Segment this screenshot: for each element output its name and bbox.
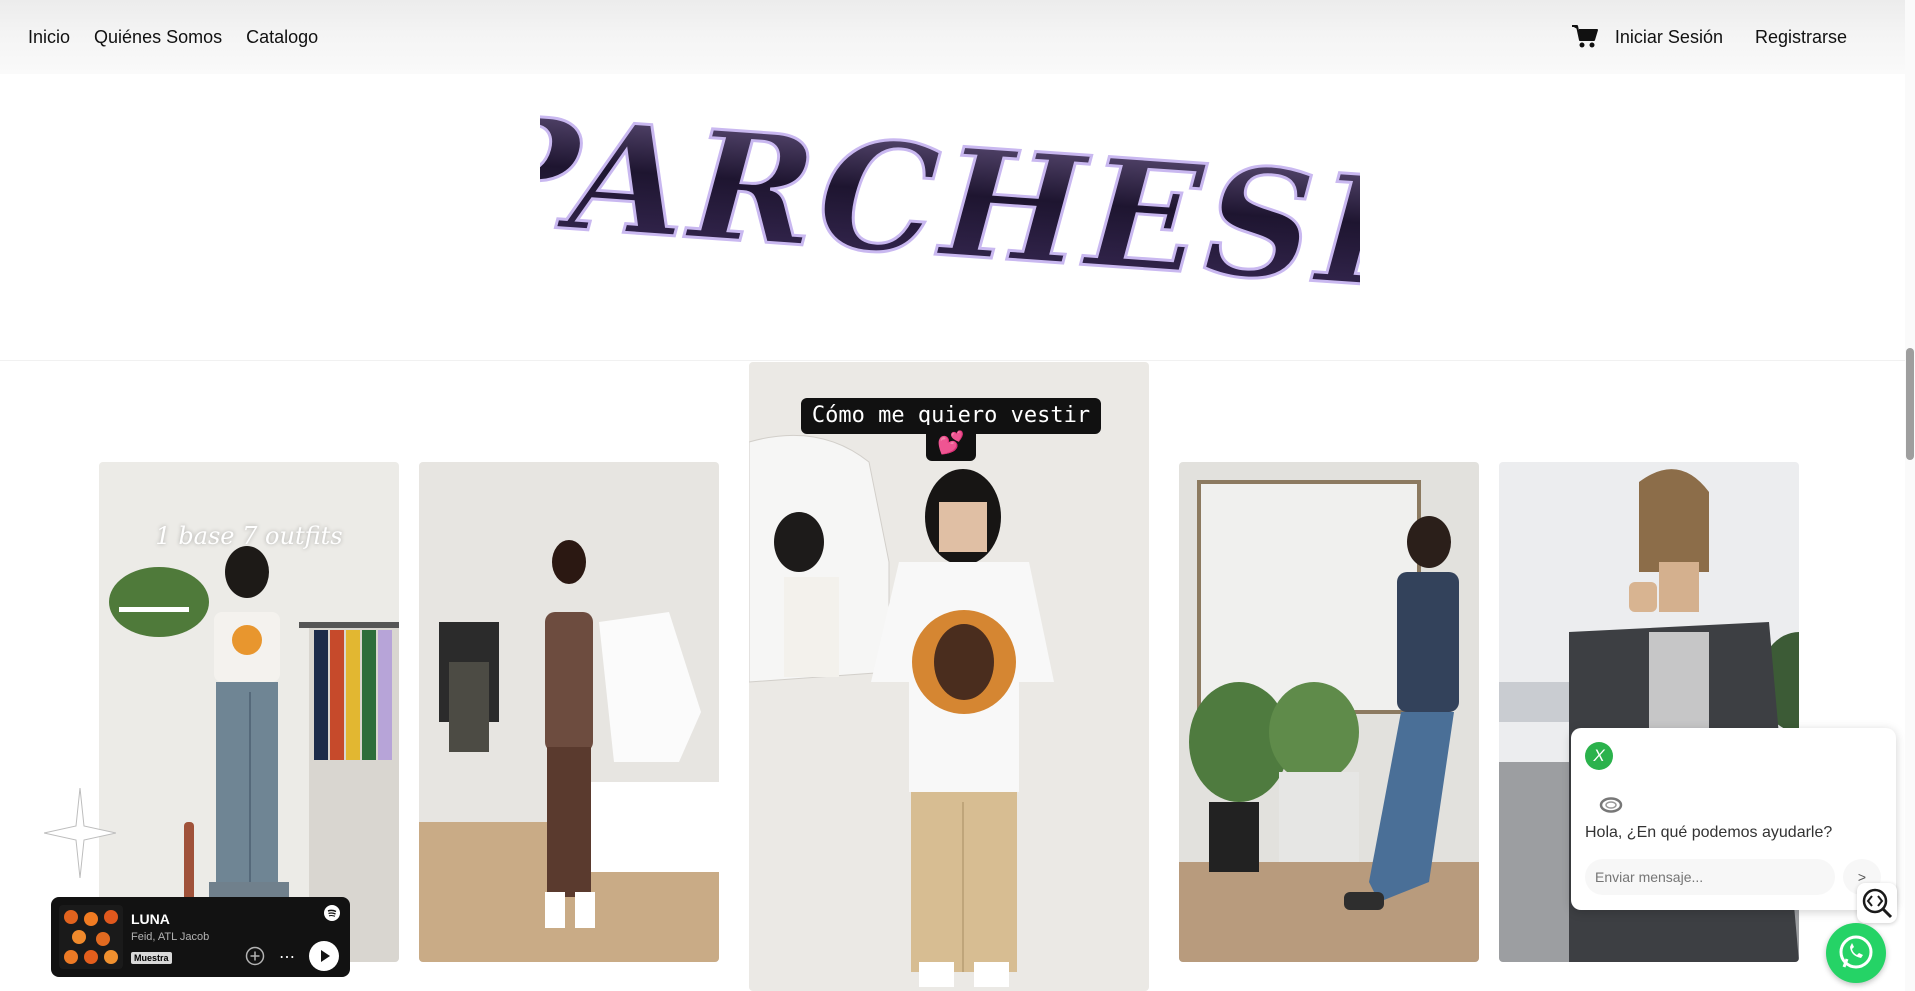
add-icon[interactable] (245, 946, 265, 966)
chat-widget: X Hola, ¿En qué podemos ayudarle? > (1571, 728, 1896, 910)
track-artist: Feid, ATL Jacob (131, 931, 210, 943)
chat-close-button[interactable]: X (1585, 742, 1613, 770)
album-art (59, 905, 123, 969)
music-player: LUNA Feid, ATL Jacob Muestra ⋯ (51, 897, 350, 977)
logo-text: PARCHESE (540, 90, 1360, 315)
story-emoji: 💕 (926, 425, 976, 461)
whatsapp-button[interactable] (1826, 923, 1886, 983)
chat-logo-icon (1599, 797, 1623, 813)
more-options-icon[interactable]: ⋯ (279, 947, 296, 967)
chat-message-input[interactable] (1585, 859, 1835, 895)
chat-greeting: Hola, ¿En qué podemos ayudarle? (1585, 824, 1833, 841)
navbar: Inicio Quiénes Somos Catalogo Iniciar Se… (0, 0, 1915, 74)
nav-links: Inicio Quiénes Somos Catalogo (28, 27, 318, 48)
sparkle-icon (44, 788, 116, 878)
card-caption: 1 base 7 outfits (155, 522, 343, 550)
register-link[interactable]: Registrarse (1755, 27, 1847, 48)
accessibility-zoom-icon[interactable] (1857, 883, 1897, 923)
track-title: LUNA (131, 911, 170, 927)
preview-badge: Muestra (131, 952, 172, 964)
gallery-card-4[interactable] (1179, 462, 1479, 962)
gallery-card-2[interactable] (419, 462, 719, 962)
nav-actions: Iniciar Sesión Registrarse (1571, 24, 1847, 50)
gallery-card-1[interactable]: 1 base 7 outfits (99, 462, 399, 962)
page-scrollbar[interactable] (1905, 0, 1915, 991)
nav-link-catalogo[interactable]: Catalogo (246, 27, 318, 48)
play-icon[interactable] (309, 941, 339, 971)
shopping-cart-icon[interactable] (1571, 24, 1599, 50)
outfit-photo-2 (419, 462, 719, 962)
login-link[interactable]: Iniciar Sesión (1615, 27, 1723, 48)
outfit-photo-4 (1179, 462, 1479, 962)
scrollbar-thumb[interactable] (1906, 348, 1914, 460)
brand-logo: PARCHESE (540, 90, 1360, 315)
spotify-icon[interactable] (324, 905, 340, 921)
section-divider (0, 360, 1905, 361)
nav-link-inicio[interactable]: Inicio (28, 27, 70, 48)
nav-link-quienes-somos[interactable]: Quiénes Somos (94, 27, 222, 48)
whatsapp-icon (1839, 935, 1873, 969)
